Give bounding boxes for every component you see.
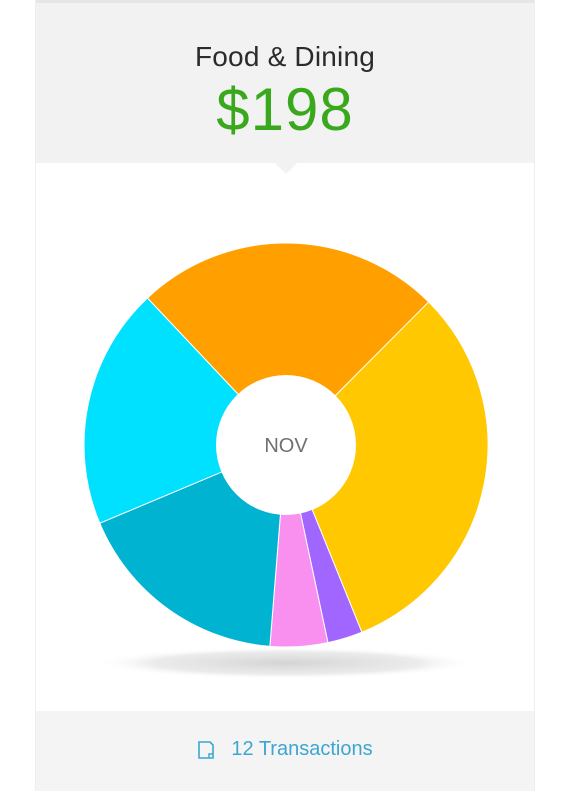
header-pointer xyxy=(274,162,298,174)
category-header: Food & Dining $198 xyxy=(36,0,534,163)
transactions-footer: 12 Transactions xyxy=(36,711,534,791)
note-icon xyxy=(198,740,215,759)
donut-chart-svg: NOV xyxy=(83,242,489,679)
center-label: NOV xyxy=(264,435,308,457)
app-screen: Food & Dining $198 NOV 12 Transactions xyxy=(0,0,563,791)
spending-card: Food & Dining $198 NOV 12 Transactions xyxy=(35,0,535,791)
transactions-label: 12 Transactions xyxy=(231,738,373,760)
category-name: Food & Dining xyxy=(194,41,376,72)
chart-shadow xyxy=(96,647,476,679)
donut-chart: NOV xyxy=(36,175,534,695)
transactions-link[interactable]: 12 Transactions xyxy=(197,738,373,761)
category-amount: $198 xyxy=(216,76,354,143)
